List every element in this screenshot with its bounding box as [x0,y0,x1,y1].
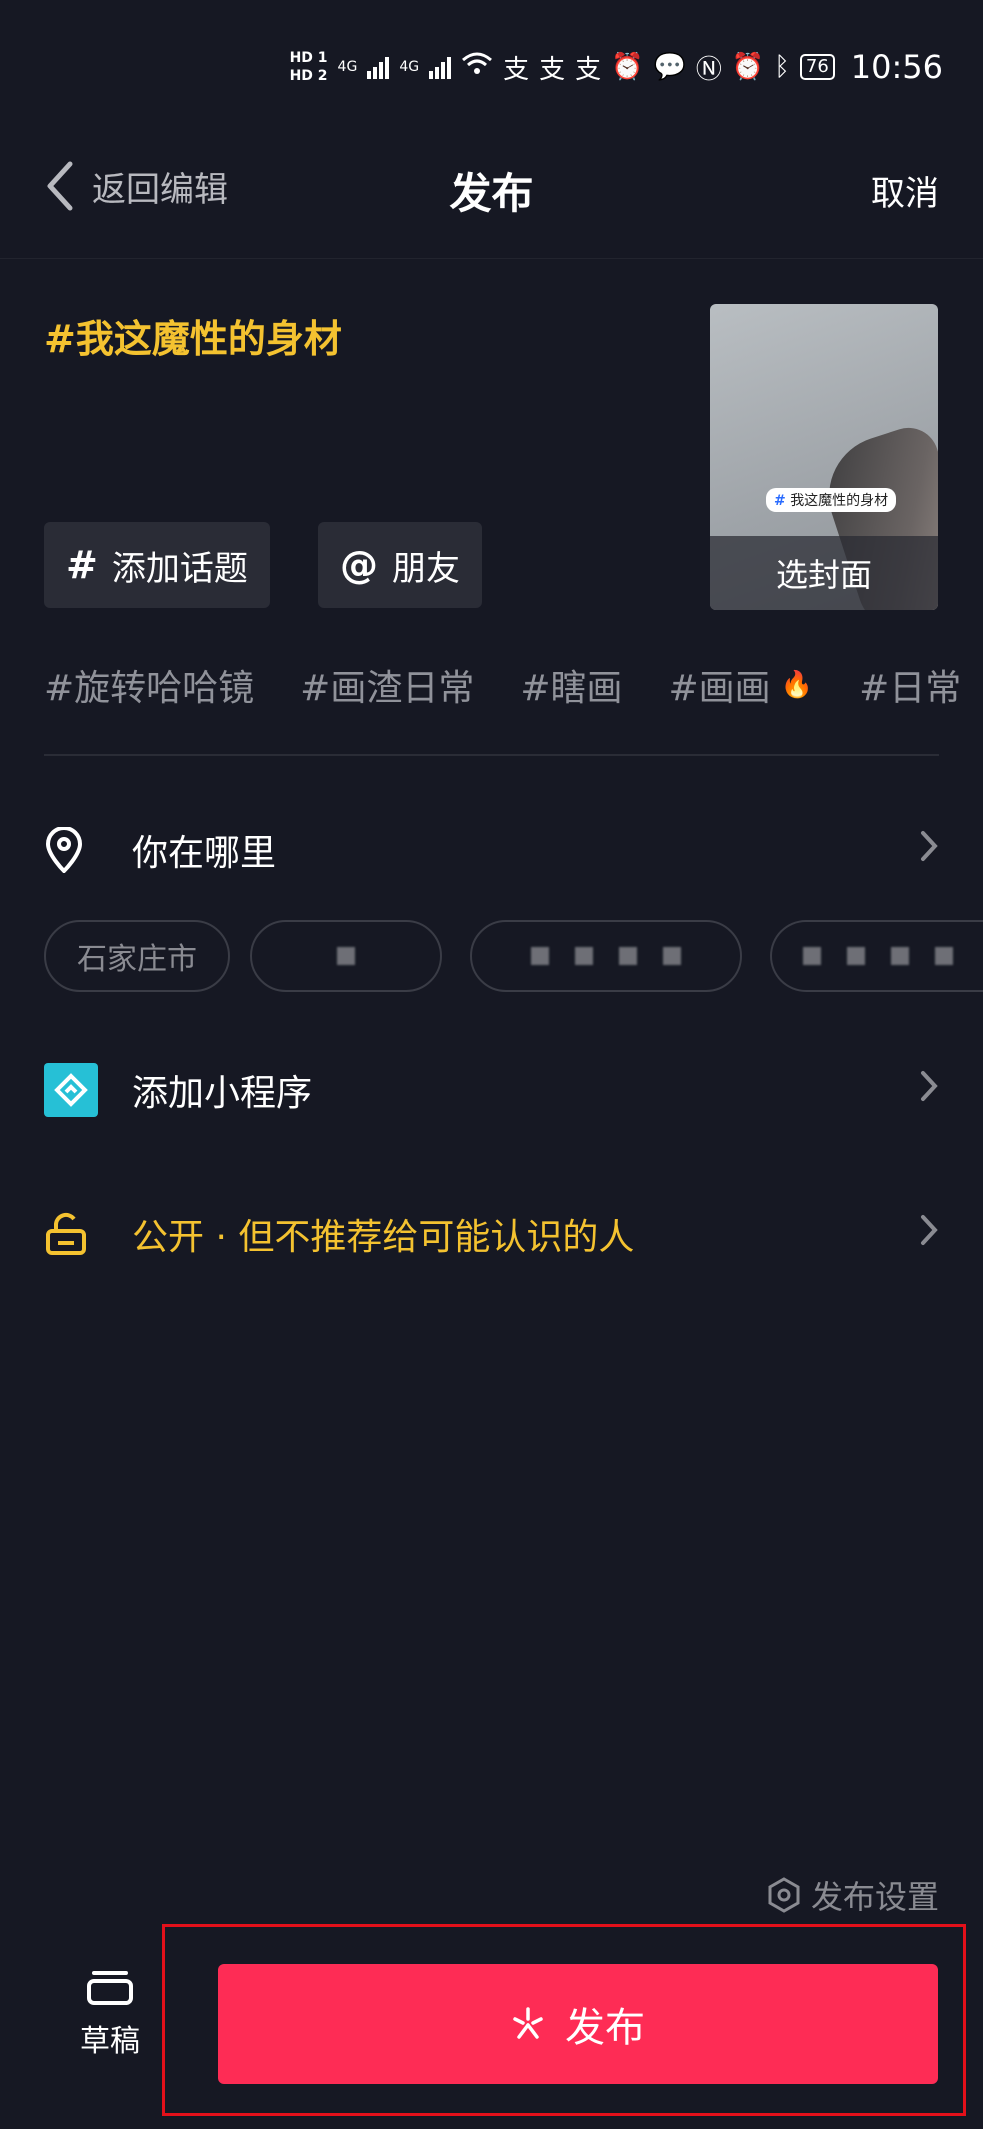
redacted-text [802,947,953,965]
select-cover-label: 选封面 [710,536,938,610]
suggested-topic[interactable]: #日常 [859,660,961,710]
signal-icon [367,55,390,79]
message-icon: 💬 [653,52,686,82]
suggested-topics: #旋转哈哈镜 #画渣日常 #瞎画 #画画 🔥 #日常 [44,660,983,710]
section-divider [44,754,939,756]
hexagon-settings-icon [768,1877,800,1913]
clock: 10:56 [850,48,943,86]
draft-button[interactable]: 草稿 [70,1970,150,2060]
mini-program-label: 添加小程序 [132,1073,313,1114]
unlock-icon [46,1212,86,1255]
nfc-icon: Ⓝ [695,54,722,85]
suggested-topic[interactable]: #瞎画 [520,660,622,710]
publish-button[interactable]: 发布 [218,1964,938,2084]
header-divider [0,258,983,259]
sparkle-icon [513,2007,543,2039]
cancel-button[interactable]: 取消 [871,166,939,215]
chevron-right-icon [919,1211,939,1257]
caption-text[interactable]: #我这魔性的身材 [44,308,342,363]
location-chip[interactable]: 石家庄市 [44,920,230,992]
location-pin-icon [45,827,83,873]
location-chip[interactable] [770,920,983,992]
hd2-label: HD 2 [289,68,328,84]
signal-icon-2 [429,55,452,79]
alarm-icon: ⏰ [611,52,644,82]
chevron-right-icon [919,827,939,873]
cover-overlay-tag-text: 我这魔性的身材 [790,493,889,509]
alipay-icon: 支 [575,54,602,85]
chevron-left-icon [47,161,73,211]
publish-settings-label: 发布设置 [810,1878,939,1916]
suggested-topic[interactable]: #画渣日常 [300,660,474,710]
at-icon: @ [340,543,378,587]
alarm-icon: ⏰ [731,52,765,82]
add-topic-label: 添加话题 [111,548,248,589]
location-row[interactable]: 你在哪里 [44,820,939,880]
suggested-topic-hot[interactable]: #画画 🔥 [669,660,814,710]
add-mini-program-row[interactable]: 添加小程序 [44,1060,939,1120]
location-chip[interactable] [250,920,442,992]
location-label: 你在哪里 [132,833,277,874]
back-to-edit-button[interactable]: 返回编辑 [44,160,228,212]
mention-friend-label: 朋友 [392,548,460,589]
privacy-row[interactable]: 公开 · 但不推荐给可能认识的人 [44,1204,939,1264]
status-bar: HD 1 HD 2 4G 4G 支 支 支 ⏰ 💬 Ⓝ ⏰ ᛒ 76 10:56 [0,0,983,140]
alipay-icon: 支 [539,54,566,85]
battery-icon: 76 [799,54,835,80]
redacted-text [337,947,355,965]
network2-label: 4G [399,59,420,75]
cover-selector[interactable]: # 我这魔性的身材 选封面 [710,304,938,610]
suggested-topic-label: #画画 [668,668,771,709]
hd-indicator: HD 1 HD 2 [290,49,328,85]
suggested-topic[interactable]: #旋转哈哈镜 [44,660,254,710]
publish-settings-button[interactable]: 发布设置 [767,1872,939,1918]
draft-box-icon [87,1971,133,2005]
network1-label: 4G [337,59,358,75]
mini-program-icon [44,1063,98,1117]
hashtag-icon: # [66,543,98,587]
hd1-label: HD 1 [289,50,328,66]
redacted-text [531,947,681,965]
location-chip[interactable] [470,920,742,992]
bluetooth-icon: ᛒ [774,52,790,82]
fire-icon: 🔥 [780,670,814,700]
chevron-right-icon [919,1067,939,1113]
mention-friend-button[interactable]: @ 朋友 [318,522,482,608]
wifi-icon [461,51,493,84]
publish-label: 发布 [565,2005,645,2051]
cover-overlay-tag: # 我这魔性的身材 [766,488,897,512]
alipay-icon: 支 [503,54,530,85]
add-topic-button[interactable]: # 添加话题 [44,522,270,608]
back-label: 返回编辑 [92,169,228,210]
privacy-label: 公开 · 但不推荐给可能认识的人 [132,1217,635,1258]
draft-label: 草稿 [80,2024,140,2059]
